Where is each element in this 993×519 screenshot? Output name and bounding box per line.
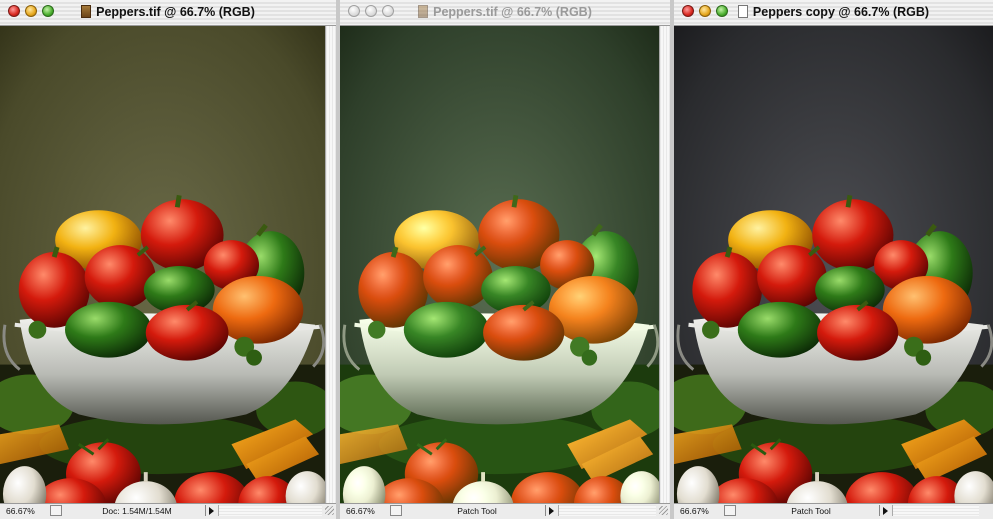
vertical-scrollbar[interactable] — [325, 26, 336, 504]
status-info: Patch Tool — [457, 506, 497, 516]
tif-document-icon — [81, 5, 92, 18]
document-window-green-cast[interactable]: Peppers.tif @ 66.7% (RGB) 66.67% Patch T… — [340, 0, 670, 519]
status-bar: 66.67% Patch Tool — [340, 503, 670, 519]
window-title: Peppers.tif @ 66.7% (RGB) — [0, 5, 336, 19]
status-bar: 66.67% Doc: 1.54M/1.54M — [0, 503, 336, 519]
window-titlebar[interactable]: Peppers copy @ 66.7% (RGB) — [674, 0, 993, 26]
document-window-original[interactable]: Peppers.tif @ 66.7% (RGB) 66.67% Doc: 1.… — [0, 0, 336, 519]
zoom-level[interactable]: 66.67% — [346, 506, 386, 516]
window-title: Peppers.tif @ 66.7% (RGB) — [340, 5, 670, 19]
zoom-level[interactable]: 66.67% — [680, 506, 720, 516]
status-info: Patch Tool — [791, 506, 831, 516]
document-window-copy[interactable]: Peppers copy @ 66.7% (RGB) 66.67% Patch … — [674, 0, 993, 519]
image-canvas[interactable] — [340, 26, 659, 504]
document-preview-icon[interactable] — [50, 505, 62, 516]
window-titlebar[interactable]: Peppers.tif @ 66.7% (RGB) — [0, 0, 336, 26]
window-titlebar[interactable]: Peppers.tif @ 66.7% (RGB) — [340, 0, 670, 26]
document-preview-icon[interactable] — [724, 505, 736, 516]
zoom-level[interactable]: 66.67% — [6, 506, 46, 516]
status-menu-arrow-icon[interactable] — [205, 505, 216, 516]
horizontal-scrollbar[interactable] — [218, 505, 322, 516]
document-preview-icon[interactable] — [390, 505, 402, 516]
horizontal-scrollbar[interactable] — [892, 505, 979, 516]
horizontal-scrollbar[interactable] — [558, 505, 656, 516]
resize-grip-icon[interactable] — [325, 506, 334, 515]
peppers-image — [674, 26, 993, 504]
tif-document-icon — [418, 5, 429, 18]
resize-grip-icon[interactable] — [659, 506, 668, 515]
vertical-scrollbar[interactable] — [659, 26, 670, 504]
status-menu-arrow-icon[interactable] — [545, 505, 556, 516]
image-canvas[interactable] — [0, 26, 325, 504]
window-title: Peppers copy @ 66.7% (RGB) — [674, 5, 993, 19]
peppers-image — [0, 26, 325, 504]
status-bar: 66.67% Patch Tool — [674, 503, 993, 519]
blank-document-icon — [737, 5, 748, 18]
status-info: Doc: 1.54M/1.54M — [102, 506, 172, 516]
image-canvas[interactable] — [674, 26, 993, 504]
status-menu-arrow-icon[interactable] — [879, 505, 890, 516]
peppers-image — [340, 26, 659, 504]
